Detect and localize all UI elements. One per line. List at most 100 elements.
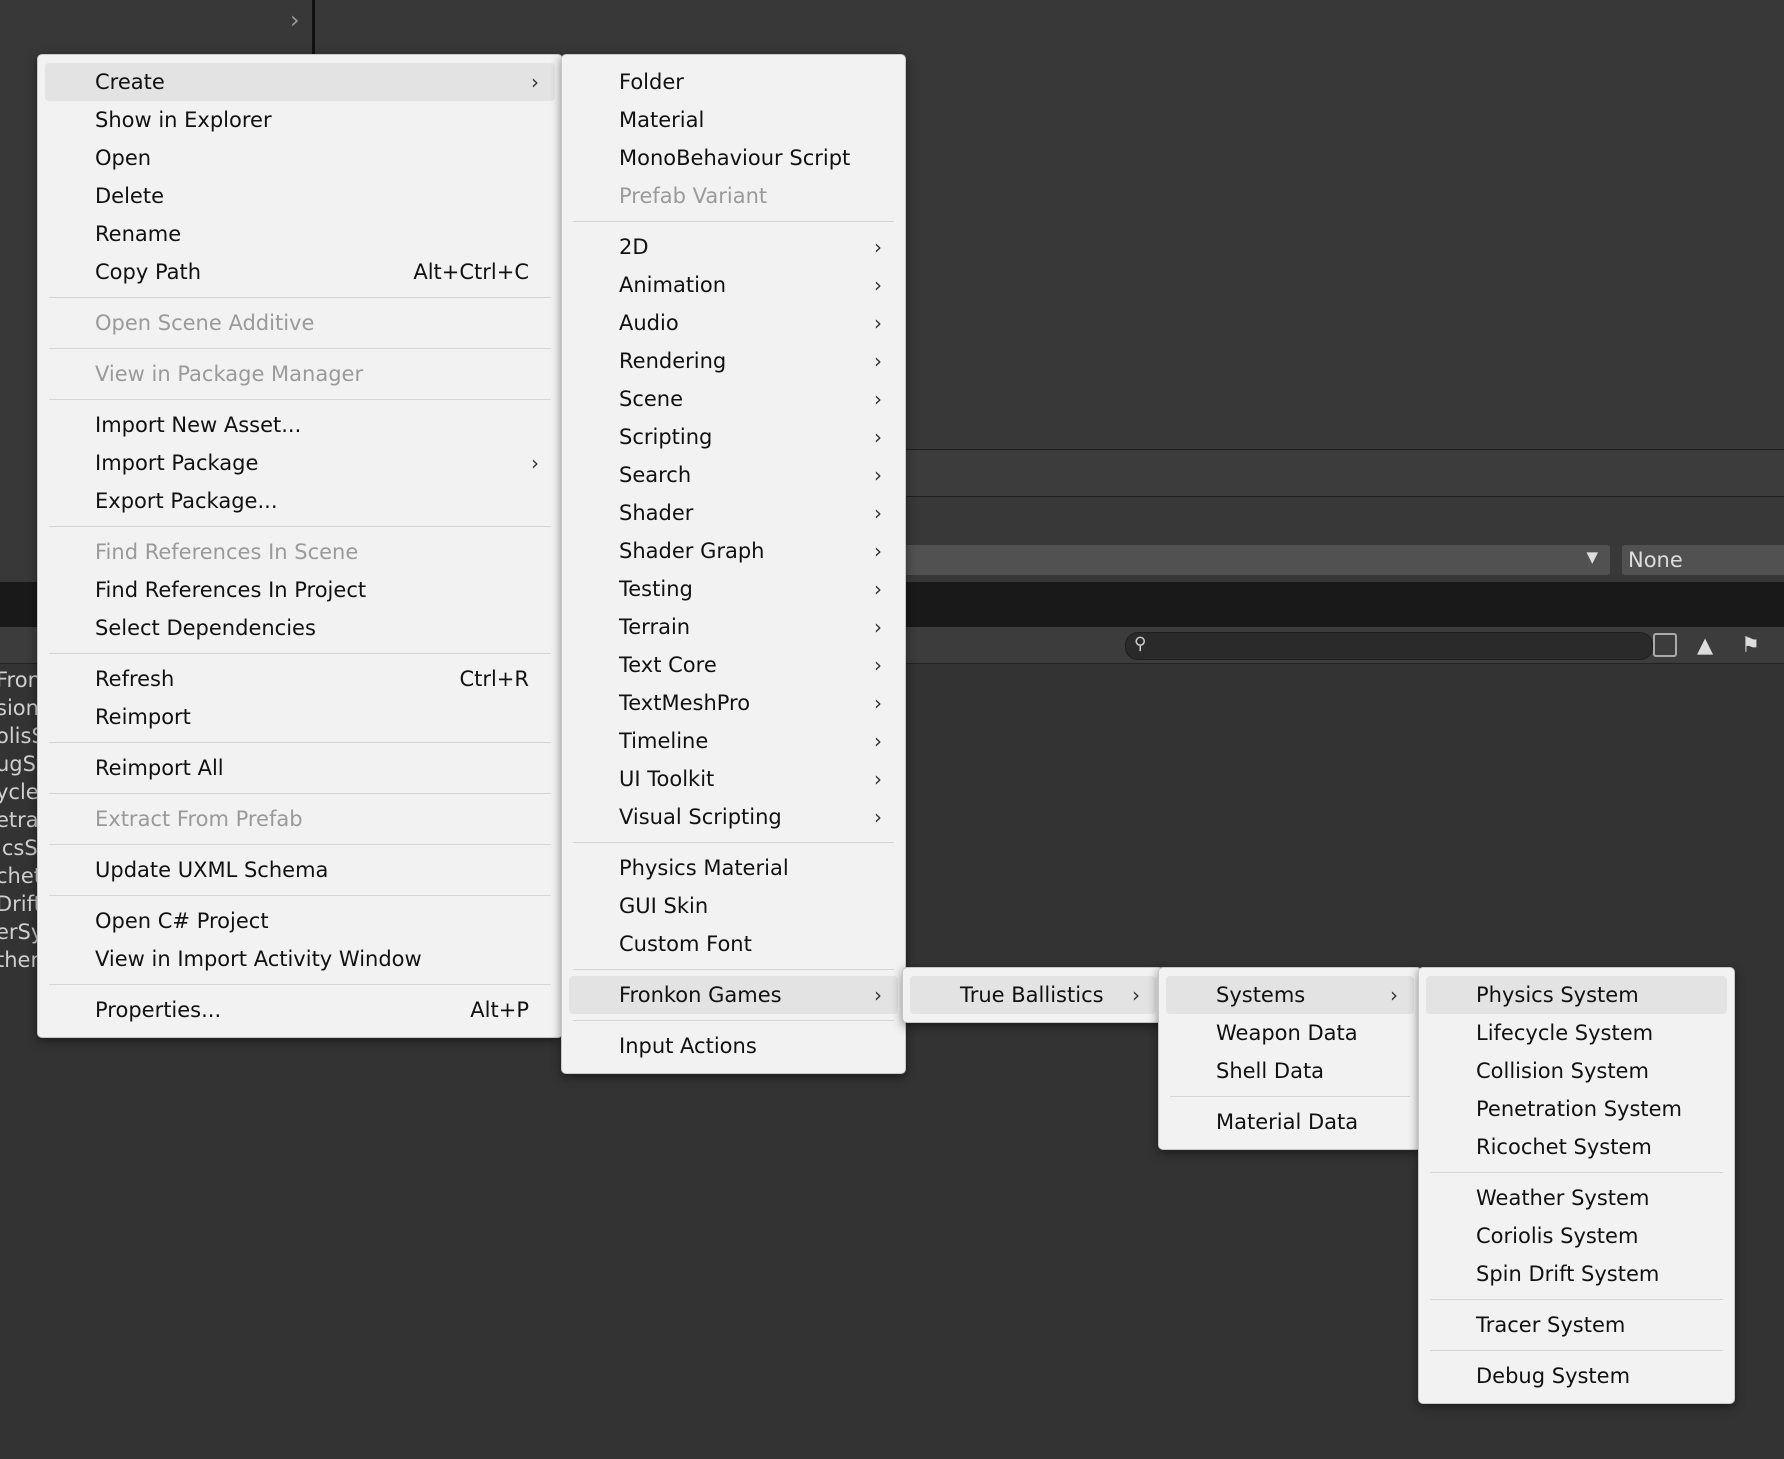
menu-item-view-in-import-activity-window[interactable]: View in Import Activity Window xyxy=(45,940,555,978)
menu-item-terrain[interactable]: Terrain › xyxy=(569,608,898,646)
asset-list-item[interactable]: ycle xyxy=(0,778,40,806)
menu-item-export-package[interactable]: Export Package... xyxy=(45,482,555,520)
asset-list: FronsionolisSugSyycleetraticsSchetDrifte… xyxy=(0,666,40,974)
menu-item-delete[interactable]: Delete xyxy=(45,177,555,215)
menu-item-label: Reimport xyxy=(95,705,191,729)
expand-search-icon[interactable] xyxy=(1653,633,1677,657)
menu-item-label: Scene xyxy=(619,387,684,411)
menu-item-monobehaviour-script[interactable]: MonoBehaviour Script xyxy=(569,139,898,177)
menu-item-penetration-system[interactable]: Penetration System xyxy=(1426,1090,1727,1128)
dropdown-field[interactable]: ▼ xyxy=(880,545,1610,575)
asset-list-item[interactable]: ugSy xyxy=(0,750,40,778)
menu-item-find-references-in-scene: Find References In Scene xyxy=(45,533,555,571)
menu-item-animation[interactable]: Animation › xyxy=(569,266,898,304)
menu-item-lifecycle-system[interactable]: Lifecycle System xyxy=(1426,1014,1727,1052)
menu-item-2d[interactable]: 2D › xyxy=(569,228,898,266)
menu-item-timeline[interactable]: Timeline › xyxy=(569,722,898,760)
menu-item-rename[interactable]: Rename xyxy=(45,215,555,253)
menu-item-label: MonoBehaviour Script xyxy=(619,146,851,170)
menu-item-physics-system[interactable]: Physics System xyxy=(1426,976,1727,1014)
asset-list-item[interactable]: etrat xyxy=(0,806,40,834)
chevron-right-icon: › xyxy=(874,767,882,791)
dropdown-arrow-icon: ▼ xyxy=(1586,548,1598,566)
asset-list-item[interactable]: ther xyxy=(0,946,40,974)
systems-submenu: Physics System Lifecycle System Collision … xyxy=(1418,967,1735,1404)
menu-item-open[interactable]: Open xyxy=(45,139,555,177)
menu-separator xyxy=(49,399,551,400)
menu-item-scripting[interactable]: Scripting › xyxy=(569,418,898,456)
menu-item-update-uxml-schema[interactable]: Update UXML Schema xyxy=(45,851,555,889)
chevron-right-icon: › xyxy=(874,577,882,601)
chevron-right-icon: › xyxy=(874,653,882,677)
menu-item-folder[interactable]: Folder xyxy=(569,63,898,101)
menu-item-true-ballistics[interactable]: True Ballistics › xyxy=(910,976,1156,1014)
menu-item-textmeshpro[interactable]: TextMeshPro › xyxy=(569,684,898,722)
chevron-right-icon: › xyxy=(531,70,539,94)
menu-item-copy-path[interactable]: Copy Path Alt+Ctrl+C xyxy=(45,253,555,291)
menu-separator xyxy=(1430,1350,1723,1351)
menu-item-label: Rendering xyxy=(619,349,727,373)
asset-list-item[interactable]: erSy xyxy=(0,918,40,946)
menu-item-import-new-asset[interactable]: Import New Asset... xyxy=(45,406,555,444)
filter-by-label-icon[interactable]: ⚑ xyxy=(1741,633,1763,657)
asset-list-item[interactable]: chet xyxy=(0,862,40,890)
menu-item-text-core[interactable]: Text Core › xyxy=(569,646,898,684)
asset-list-item[interactable]: icsS xyxy=(0,834,40,862)
menu-item-ricochet-system[interactable]: Ricochet System xyxy=(1426,1128,1727,1166)
asset-list-item[interactable]: Drift xyxy=(0,890,40,918)
menu-item-refresh[interactable]: Refresh Ctrl+R xyxy=(45,660,555,698)
menu-item-physics-material[interactable]: Physics Material xyxy=(569,849,898,887)
filter-by-type-icon[interactable]: ▲ xyxy=(1697,633,1719,657)
menu-item-systems[interactable]: Systems › xyxy=(1166,976,1414,1014)
asset-list-item[interactable]: Fron xyxy=(0,666,40,694)
menu-item-custom-font[interactable]: Custom Font xyxy=(569,925,898,963)
asset-list-item[interactable]: sion xyxy=(0,694,40,722)
chevron-right-icon: › xyxy=(874,235,882,259)
menu-item-tracer-system[interactable]: Tracer System xyxy=(1426,1306,1727,1344)
chevron-right-icon: › xyxy=(531,451,539,475)
menu-item-coriolis-system[interactable]: Coriolis System xyxy=(1426,1217,1727,1255)
menu-item-scene[interactable]: Scene › xyxy=(569,380,898,418)
menu-item-collision-system[interactable]: Collision System xyxy=(1426,1052,1727,1090)
menu-item-label: Weapon Data xyxy=(1216,1021,1358,1045)
asset-list-item[interactable]: olisS xyxy=(0,722,40,750)
menu-item-ui-toolkit[interactable]: UI Toolkit › xyxy=(569,760,898,798)
menu-item-select-dependencies[interactable]: Select Dependencies xyxy=(45,609,555,647)
menu-item-shader[interactable]: Shader › xyxy=(569,494,898,532)
menu-item-visual-scripting[interactable]: Visual Scripting › xyxy=(569,798,898,836)
menu-item-weather-system[interactable]: Weather System xyxy=(1426,1179,1727,1217)
menu-item-input-actions[interactable]: Input Actions xyxy=(569,1027,898,1065)
menu-item-search[interactable]: Search › xyxy=(569,456,898,494)
menu-item-material-data[interactable]: Material Data xyxy=(1166,1103,1414,1141)
menu-item-reimport-all[interactable]: Reimport All xyxy=(45,749,555,787)
menu-item-label: Penetration System xyxy=(1476,1097,1683,1121)
menu-item-material[interactable]: Material xyxy=(569,101,898,139)
menu-item-open-c-project[interactable]: Open C# Project xyxy=(45,902,555,940)
menu-item-fronkon-games[interactable]: Fronkon Games › xyxy=(569,976,898,1014)
menu-item-reimport[interactable]: Reimport xyxy=(45,698,555,736)
search-input[interactable]: ⚲ xyxy=(1125,632,1653,660)
menu-item-gui-skin[interactable]: GUI Skin xyxy=(569,887,898,925)
menu-item-label: Custom Font xyxy=(619,932,752,956)
menu-item-shell-data[interactable]: Shell Data xyxy=(1166,1052,1414,1090)
menu-item-audio[interactable]: Audio › xyxy=(569,304,898,342)
header-band xyxy=(880,450,1784,496)
menu-item-weapon-data[interactable]: Weapon Data xyxy=(1166,1014,1414,1052)
menu-item-show-in-explorer[interactable]: Show in Explorer xyxy=(45,101,555,139)
menu-item-label: Find References In Scene xyxy=(95,540,359,564)
menu-separator xyxy=(49,653,551,654)
menu-item-spin-drift-system[interactable]: Spin Drift System xyxy=(1426,1255,1727,1293)
menu-item-properties[interactable]: Properties... Alt+P xyxy=(45,991,555,1029)
chevron-right-icon: › xyxy=(1132,983,1140,1007)
chevron-right-icon: › xyxy=(874,729,882,753)
menu-item-create[interactable]: Create › xyxy=(45,63,555,101)
menu-item-debug-system[interactable]: Debug System xyxy=(1426,1357,1727,1395)
menu-item-rendering[interactable]: Rendering › xyxy=(569,342,898,380)
chevron-right-icon: › xyxy=(874,311,882,335)
menu-item-testing[interactable]: Testing › xyxy=(569,570,898,608)
chevron-right-icon[interactable]: › xyxy=(290,6,300,34)
menu-item-find-references-in-project[interactable]: Find References In Project xyxy=(45,571,555,609)
none-field[interactable]: None xyxy=(1622,545,1784,575)
menu-item-shader-graph[interactable]: Shader Graph › xyxy=(569,532,898,570)
menu-item-import-package[interactable]: Import Package › xyxy=(45,444,555,482)
